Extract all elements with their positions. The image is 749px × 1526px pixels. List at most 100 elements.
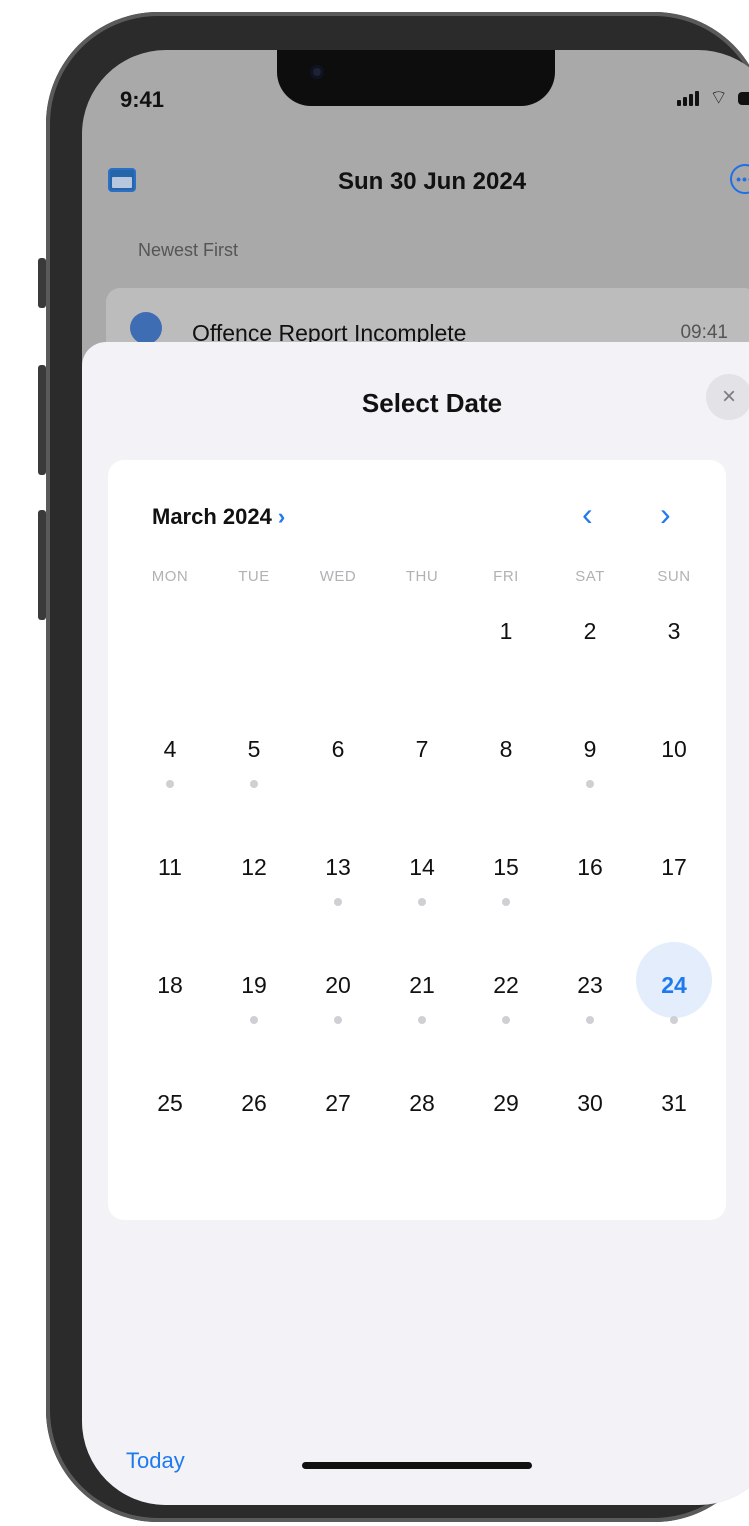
day-number: 18 [157, 972, 183, 998]
day-cell[interactable]: 16 [548, 836, 632, 954]
day-cell[interactable]: 9 [548, 718, 632, 836]
day-cell[interactable]: 26 [212, 1072, 296, 1190]
calendar-card: March 2024 › ‹ › MON TUE WED THU FRI SAT … [108, 460, 726, 1220]
day-number: 21 [409, 972, 435, 998]
day-cell[interactable]: 13 [296, 836, 380, 954]
sort-label[interactable]: Newest First [138, 240, 238, 261]
day-cell-selected[interactable]: 24 [632, 942, 716, 1072]
day-number: 12 [241, 854, 267, 880]
event-dot [418, 898, 426, 906]
day-number: 27 [325, 1090, 351, 1116]
user-icon [130, 312, 162, 344]
day-cell[interactable]: 27 [296, 1072, 380, 1190]
day-number: 19 [241, 972, 267, 998]
weekday-label: THU [405, 568, 439, 585]
day-cell[interactable]: 28 [380, 1072, 464, 1190]
day-number: 9 [583, 736, 597, 762]
empty-cell [380, 600, 464, 718]
day-cell[interactable]: 31 [632, 1072, 716, 1190]
day-number: 15 [493, 854, 519, 880]
day-number: 13 [325, 854, 351, 880]
day-number: 4 [163, 736, 177, 762]
day-number: 2 [583, 618, 597, 644]
event-dot [586, 1016, 594, 1024]
day-cell[interactable]: 7 [380, 718, 464, 836]
day-cell[interactable]: 18 [128, 954, 212, 1072]
day-cell[interactable]: 6 [296, 718, 380, 836]
event-dot [250, 780, 258, 788]
day-cell[interactable]: 12 [212, 836, 296, 954]
camera-icon [310, 65, 324, 79]
day-cell[interactable]: 30 [548, 1072, 632, 1190]
signal-icon [677, 90, 700, 106]
date-picker-sheet: Select Date × March 2024 › ‹ › MON TUE WE… [82, 342, 749, 1505]
day-number: 16 [577, 854, 603, 880]
side-button-volume-up [38, 365, 46, 475]
day-number: 30 [577, 1090, 603, 1116]
day-cell[interactable]: 17 [632, 836, 716, 954]
day-cell[interactable]: 14 [380, 836, 464, 954]
weekday-label: TUE [238, 568, 270, 585]
sheet-title: Select Date [361, 388, 503, 418]
list-item-time: 09:41 [680, 322, 728, 343]
day-cell[interactable]: 20 [296, 954, 380, 1072]
chevron-right-icon: › [277, 504, 286, 529]
weekday-header: MON TUE WED THU FRI SAT SUN [128, 568, 716, 585]
weekday-label: FRI [493, 568, 519, 585]
home-indicator [302, 1462, 532, 1469]
empty-cell [128, 600, 212, 718]
wifi-icon: ⌔ [709, 87, 728, 109]
day-number: 22 [493, 972, 519, 998]
day-cell[interactable]: 15 [464, 836, 548, 954]
day-cell[interactable]: 1 [464, 600, 548, 718]
day-number: 17 [661, 854, 687, 880]
event-dot [250, 1016, 258, 1024]
day-number: 24 [661, 972, 687, 998]
weekday-label: WED [319, 568, 357, 585]
day-number: 5 [247, 736, 261, 762]
day-grid: 1 2 3 4 5 6 7 8 9 10 11 12 13 14 15 16 17 18 19 20 21 22 23 24 2… [128, 600, 716, 1190]
side-button-silent [38, 258, 46, 308]
today-button[interactable]: Today [126, 1448, 185, 1474]
day-cell[interactable]: 11 [128, 836, 212, 954]
day-cell[interactable]: 4 [128, 718, 212, 836]
nav-title[interactable]: Sun 30 Jun 2024 [82, 168, 749, 196]
status-time: 9:41 [120, 87, 165, 112]
weekday-label: MON [151, 568, 189, 585]
day-cell[interactable]: 23 [548, 954, 632, 1072]
day-number: 6 [331, 736, 345, 762]
screen: 9:41 ⌔ Sun 30 Jun 2024 ••• Newest First … [82, 50, 749, 1505]
day-cell[interactable]: 3 [632, 600, 716, 718]
day-number: 26 [241, 1090, 267, 1116]
day-cell[interactable]: 2 [548, 600, 632, 718]
event-dot [502, 898, 510, 906]
chevron-right-icon[interactable]: › [660, 498, 671, 530]
day-number: 8 [499, 736, 513, 762]
weekday-label: SAT [575, 568, 605, 585]
day-cell[interactable]: 19 [212, 954, 296, 1072]
chevron-left-icon[interactable]: ‹ [582, 498, 593, 530]
day-number: 25 [157, 1090, 183, 1116]
day-cell[interactable]: 29 [464, 1072, 548, 1190]
day-number: 11 [158, 854, 182, 880]
event-dot [670, 1016, 678, 1024]
month-year-button[interactable]: March 2024 › [152, 504, 285, 530]
day-number: 20 [325, 972, 351, 998]
day-cell[interactable]: 21 [380, 954, 464, 1072]
event-dot [586, 780, 594, 788]
event-dot [418, 1016, 426, 1024]
day-number: 10 [661, 736, 687, 762]
day-cell[interactable]: 25 [128, 1072, 212, 1190]
weekday-label: SUN [657, 568, 691, 585]
status-icons: ⌔ [677, 88, 749, 108]
close-icon[interactable]: × [706, 374, 749, 420]
day-cell[interactable]: 22 [464, 954, 548, 1072]
day-number: 7 [415, 736, 429, 762]
day-number: 29 [493, 1090, 519, 1116]
navbar: Sun 30 Jun 2024 ••• [82, 150, 749, 210]
day-cell[interactable]: 8 [464, 718, 548, 836]
day-cell[interactable]: 5 [212, 718, 296, 836]
day-number: 3 [667, 618, 681, 644]
battery-icon [738, 91, 749, 105]
day-cell[interactable]: 10 [632, 718, 716, 836]
